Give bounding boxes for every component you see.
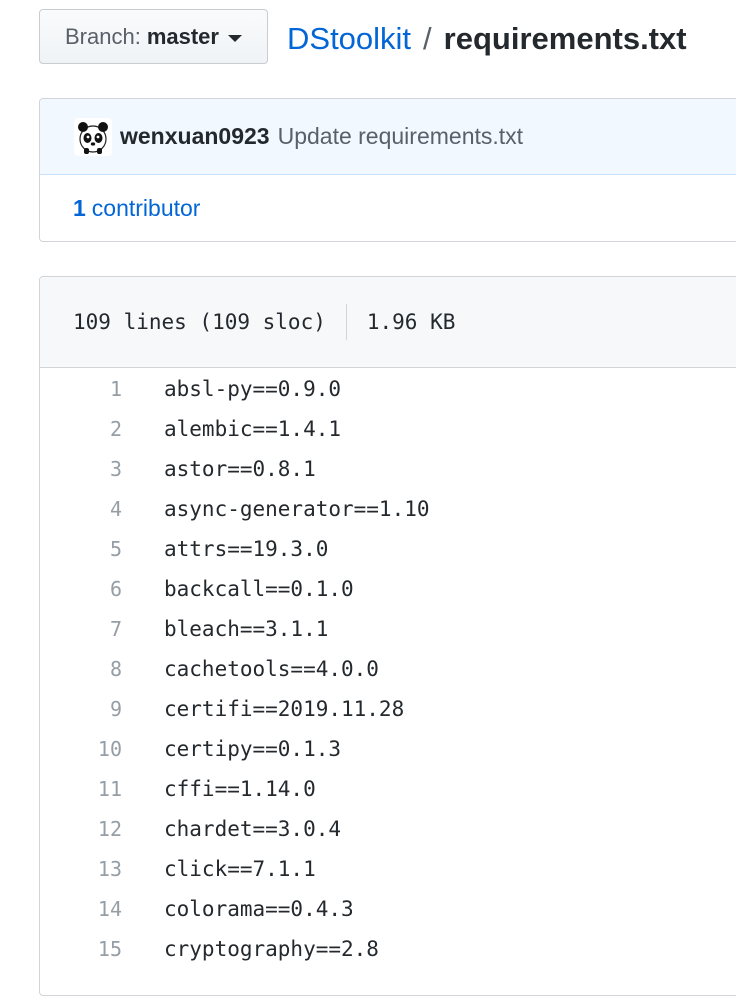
line-code: alembic==1.4.1 <box>164 417 342 441</box>
line-code: click==7.1.1 <box>164 857 316 881</box>
line-code: bleach==3.1.1 <box>164 617 329 641</box>
contributors-row[interactable]: 1 contributor <box>40 175 736 241</box>
code-line: 4 async-generator==1.10 <box>40 489 736 529</box>
line-number[interactable]: 8 <box>40 657 122 681</box>
header-divider <box>345 304 347 340</box>
branch-name: master <box>146 23 219 49</box>
line-number[interactable]: 1 <box>40 377 122 401</box>
line-code: astor==0.8.1 <box>164 457 316 481</box>
repo-link[interactable]: DStoolkit <box>287 21 411 57</box>
line-number[interactable]: 13 <box>40 857 122 881</box>
code-line: 14 colorama==0.4.3 <box>40 889 736 929</box>
branch-prefix: Branch: <box>65 23 141 49</box>
code-line: 15 cryptography==2.8 <box>40 929 736 969</box>
breadcrumb-separator: / <box>423 21 432 56</box>
contributor-count: 1 <box>73 194 86 221</box>
code-line: 10 certipy==0.1.3 <box>40 729 736 769</box>
line-code: colorama==0.4.3 <box>164 897 354 921</box>
breadcrumb: DStoolkit / requirements.txt <box>287 16 687 62</box>
line-number[interactable]: 3 <box>40 457 122 481</box>
panda-avatar-icon[interactable] <box>74 117 112 156</box>
line-number[interactable]: 10 <box>40 737 122 761</box>
line-number[interactable]: 4 <box>40 497 122 521</box>
line-number[interactable]: 5 <box>40 537 122 561</box>
commit-message-link[interactable]: Update requirements.txt <box>278 123 523 150</box>
line-code: backcall==0.1.0 <box>164 577 354 601</box>
line-number[interactable]: 12 <box>40 817 122 841</box>
file-line-count: 109 lines (109 sloc) <box>73 310 326 334</box>
code-line: 12 chardet==3.0.4 <box>40 809 736 849</box>
line-number[interactable]: 2 <box>40 417 122 441</box>
line-number[interactable]: 14 <box>40 897 122 921</box>
line-code: chardet==3.0.4 <box>164 817 342 841</box>
code-line: 6 backcall==0.1.0 <box>40 569 736 609</box>
file-header: 109 lines (109 sloc) 1.96 KB <box>40 277 736 368</box>
file-box: 109 lines (109 sloc) 1.96 KB 1 absl-py==0… <box>39 276 736 996</box>
line-number[interactable]: 15 <box>40 937 122 961</box>
contributor-label: contributor <box>91 194 201 221</box>
line-code: attrs==19.3.0 <box>164 537 329 561</box>
line-code: async-generator==1.10 <box>164 497 430 521</box>
code-line: 5 attrs==19.3.0 <box>40 529 736 569</box>
line-number[interactable]: 11 <box>40 777 122 801</box>
line-number[interactable]: 7 <box>40 617 122 641</box>
code-line: 1 absl-py==0.9.0 <box>40 369 736 409</box>
code-line: 8 cachetools==4.0.0 <box>40 649 736 689</box>
line-code: certipy==0.1.3 <box>164 737 342 761</box>
code-line: 11 cffi==1.14.0 <box>40 769 736 809</box>
line-code: absl-py==0.9.0 <box>164 377 342 401</box>
file-name: requirements.txt <box>443 21 687 56</box>
line-number[interactable]: 9 <box>40 697 122 721</box>
code-line: 7 bleach==3.1.1 <box>40 609 736 649</box>
line-code: cachetools==4.0.0 <box>164 657 379 681</box>
line-code: cffi==1.14.0 <box>164 777 316 801</box>
line-code: certifi==2019.11.28 <box>164 697 405 721</box>
branch-select-button[interactable]: Branch: master <box>39 9 268 64</box>
code-line: 2 alembic==1.4.1 <box>40 409 736 449</box>
commit-bar: wenxuan0923 Update requirements.txt <box>40 99 736 175</box>
caret-down-icon <box>227 34 242 42</box>
line-number[interactable]: 6 <box>40 577 122 601</box>
latest-commit-box: wenxuan0923 Update requirements.txt 1 co… <box>39 98 736 242</box>
code-line: 9 certifi==2019.11.28 <box>40 689 736 729</box>
line-code: cryptography==2.8 <box>164 937 379 961</box>
code-view: 1 absl-py==0.9.0 2 alembic==1.4.1 3 astor==0.… <box>40 369 736 969</box>
code-line: 13 click==7.1.1 <box>40 849 736 889</box>
commit-author-link[interactable]: wenxuan0923 <box>120 123 270 150</box>
file-size: 1.96 KB <box>366 310 456 334</box>
code-line: 3 astor==0.8.1 <box>40 449 736 489</box>
